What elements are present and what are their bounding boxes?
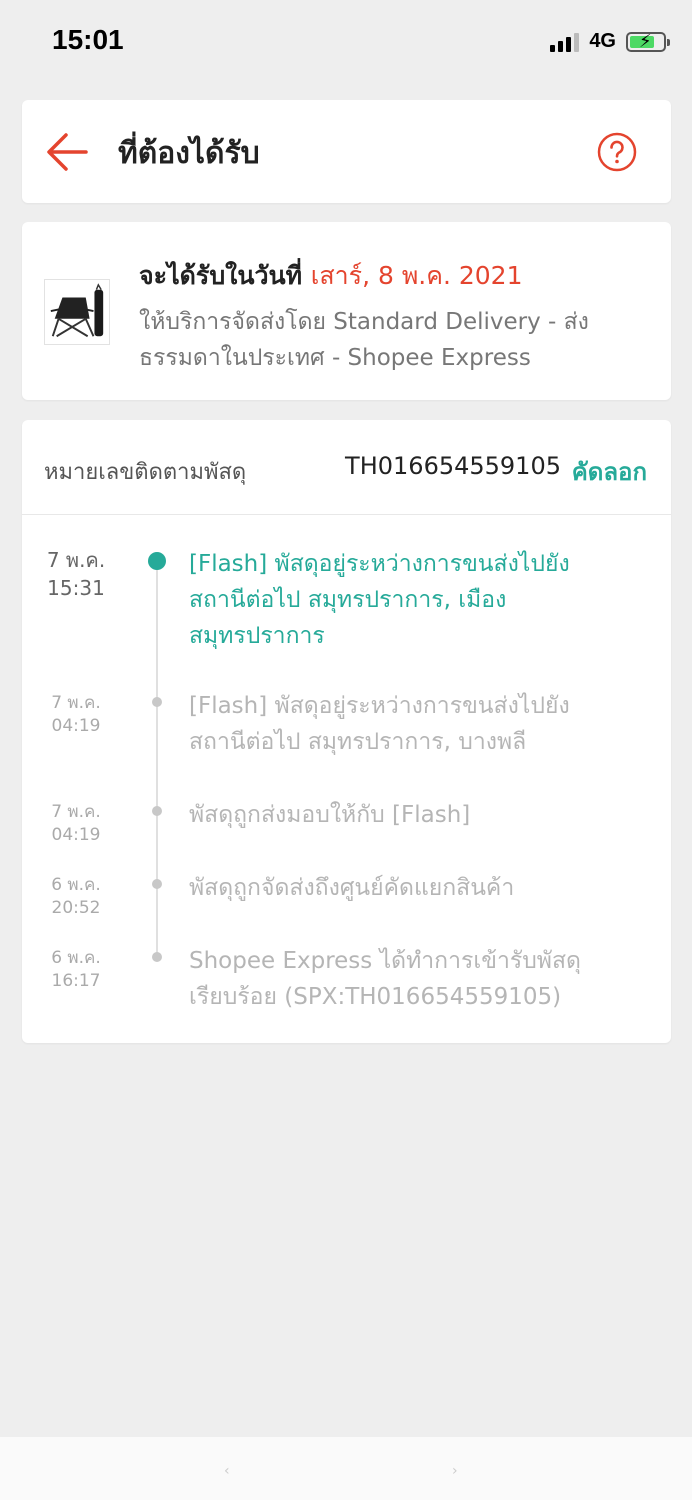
status-bar: 15:01 4G ⚡ xyxy=(0,0,692,88)
event-datetime: 6 พ.ค. 20:52 xyxy=(36,874,116,920)
event-date: 7 พ.ค. xyxy=(46,548,106,572)
tracking-number: TH016654559105 xyxy=(345,452,561,480)
timeline-dot xyxy=(152,879,162,889)
timeline-dot xyxy=(148,552,166,570)
timeline-dot xyxy=(152,806,162,816)
event-datetime: 7 พ.ค. 04:19 xyxy=(36,801,116,847)
tracking-header: หมายเลขติดตามพัสดุ TH016654559105 คัดลอก xyxy=(22,420,671,515)
question-circle-icon[interactable] xyxy=(597,132,637,172)
page-title: ที่ต้องได้รับ xyxy=(118,136,260,171)
network-type: 4G xyxy=(589,30,616,52)
event-date: 7 พ.ค. xyxy=(51,802,101,822)
tracking-label: หมายเลขติดตามพัสดุ xyxy=(44,460,247,485)
event-date: 6 พ.ค. xyxy=(51,948,101,968)
event-time: 15:31 xyxy=(47,576,105,600)
tracking-card: หมายเลขติดตามพัสดุ TH016654559105 คัดลอก… xyxy=(22,420,671,1043)
event-datetime: 7 พ.ค. 15:31 xyxy=(36,546,116,602)
delivery-label: จะได้รับในวันที่ xyxy=(139,261,311,290)
event-date: 7 พ.ค. xyxy=(51,693,101,713)
timeline-dot xyxy=(152,952,162,962)
event-text: พัสดุถูกจัดส่งถึงศูนย์คัดแยกสินค้า xyxy=(189,875,515,901)
timeline-dot xyxy=(152,697,162,707)
delivery-date-line: จะได้รับในวันที่ เสาร์, 8 พ.ค. 2021 xyxy=(139,256,522,296)
event-time: 04:19 xyxy=(51,716,101,736)
event-datetime: 7 พ.ค. 04:19 xyxy=(36,692,116,738)
event-text: [Flash] พัสดุอยู่ระหว่างการขนส่งไปยังสถา… xyxy=(189,693,570,755)
event-text: พัสดุถูกส่งมอบให้กับ [Flash] xyxy=(189,802,471,828)
event-time: 04:19 xyxy=(51,825,101,845)
header-bar: ที่ต้องได้รับ xyxy=(22,100,671,203)
event-datetime: 6 พ.ค. 16:17 xyxy=(36,947,116,993)
timeline-line xyxy=(156,563,158,958)
bottom-nav-bar: ‹ › xyxy=(0,1437,692,1500)
product-thumbnail xyxy=(44,279,110,345)
delivery-info-card[interactable]: จะได้รับในวันที่ เสาร์, 8 พ.ค. 2021 ให้บ… xyxy=(22,222,671,400)
event-text: [Flash] พัสดุอยู่ระหว่างการขนส่งไปยังสถา… xyxy=(189,551,570,649)
event-text: Shopee Express ได้ทำการเข้ารับพัสดุเรียบ… xyxy=(189,948,581,1010)
status-time: 15:01 xyxy=(52,24,124,55)
battery-charging-icon: ⚡ xyxy=(626,31,670,52)
delivery-description: ให้บริการจัดส่งโดย Standard Delivery - ส… xyxy=(139,309,589,371)
chevron-right-icon[interactable]: › xyxy=(452,1463,482,1479)
arrow-left-icon[interactable] xyxy=(44,130,90,174)
signal-icon xyxy=(550,32,580,52)
event-time: 16:17 xyxy=(51,971,101,991)
copy-button[interactable]: คัดลอก xyxy=(572,452,647,491)
status-indicators: 4G ⚡ xyxy=(550,30,670,53)
chevron-left-icon[interactable]: ‹ xyxy=(224,1463,254,1479)
delivery-date: เสาร์, 8 พ.ค. 2021 xyxy=(310,261,523,290)
event-time: 20:52 xyxy=(51,898,101,918)
event-date: 6 พ.ค. xyxy=(51,875,101,895)
